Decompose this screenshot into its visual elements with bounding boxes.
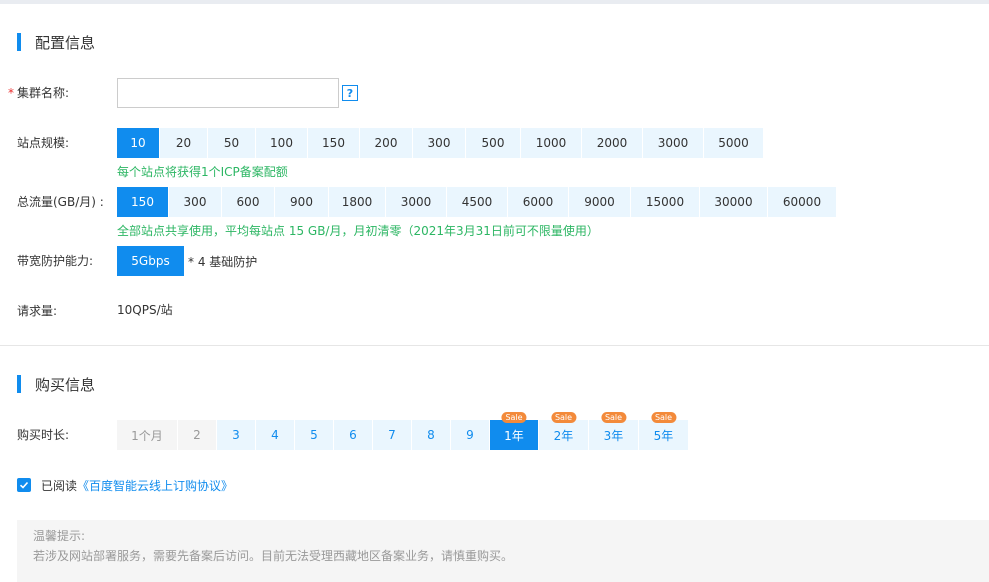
duration-option-label: 1年 <box>504 428 524 443</box>
traffic-option-3000[interactable]: 3000 <box>386 187 446 217</box>
notice-title: 温馨提示: <box>33 529 86 543</box>
config-section-title-text: 配置信息 <box>35 33 96 52</box>
duration-option-6[interactable]: 6 <box>334 420 372 450</box>
site-scale-option-150[interactable]: 150 <box>308 128 359 158</box>
requests-value: 10QPS/站 <box>117 303 173 317</box>
section-divider <box>0 345 989 346</box>
agreement-text: 已阅读《百度智能云线上订购协议》 <box>41 477 233 494</box>
sale-badge: Sale <box>501 412 527 423</box>
duration-option-label: 7 <box>388 428 396 442</box>
duration-option-label: 2 <box>193 428 201 442</box>
purchase-section-title: 购买信息 <box>17 374 95 394</box>
check-icon <box>19 481 29 489</box>
duration-option-label: 5 <box>310 428 318 442</box>
section-accent-bar <box>17 375 21 393</box>
agreement-prefix: 已阅读 <box>41 479 78 493</box>
site-scale-option-50[interactable]: 50 <box>208 128 255 158</box>
duration-option-3年[interactable]: 3年 Sale <box>589 412 638 450</box>
duration-option-label: 9 <box>466 428 474 442</box>
duration-option-7[interactable]: 7 <box>373 420 411 450</box>
notice-body: 若涉及网站部署服务，需要先备案后访问。目前无法受理西藏地区备案业务，请慎重购买。 <box>33 549 514 563</box>
purchase-section-title-text: 购买信息 <box>35 375 96 394</box>
bandwidth-label: 带宽防护能力: <box>17 254 94 268</box>
cluster-name-input[interactable] <box>117 78 339 108</box>
duration-option-label: 3年 <box>603 428 624 443</box>
traffic-tip: 全部站点共享使用，平均每站点 15 GB/月，月初清零（2021年3月31日前可… <box>117 224 599 238</box>
duration-option-label: 5年 <box>653 428 674 443</box>
traffic-option-600[interactable]: 600 <box>222 187 274 217</box>
duration-option-3[interactable]: 3 <box>217 420 255 450</box>
site-scale-option-20[interactable]: 20 <box>160 128 207 158</box>
duration-option-1个月: 1个月 <box>117 420 177 450</box>
help-icon[interactable]: ? <box>342 85 358 101</box>
traffic-option-6000[interactable]: 6000 <box>508 187 568 217</box>
agreement-link[interactable]: 《百度智能云线上订购协议》 <box>77 479 233 493</box>
duration-option-4[interactable]: 4 <box>256 420 294 450</box>
site-scale-option-100[interactable]: 100 <box>256 128 307 158</box>
duration-option-5年[interactable]: 5年 Sale <box>639 412 688 450</box>
site-scale-option-2000[interactable]: 2000 <box>582 128 642 158</box>
agreement-checkbox[interactable] <box>17 478 31 492</box>
bandwidth-option[interactable]: 5Gbps <box>117 246 184 276</box>
traffic-option-15000[interactable]: 15000 <box>631 187 699 217</box>
section-accent-bar <box>17 33 21 51</box>
site-scale-option-200[interactable]: 200 <box>360 128 412 158</box>
site-scale-option-500[interactable]: 500 <box>466 128 520 158</box>
sale-badge: Sale <box>550 412 577 423</box>
duration-option-8[interactable]: 8 <box>412 420 450 450</box>
sale-badge: Sale <box>600 412 627 423</box>
duration-option-label: 8 <box>427 428 435 442</box>
required-mark: * <box>8 86 14 100</box>
top-bar <box>0 0 989 4</box>
duration-option-label: 1个月 <box>131 428 163 443</box>
traffic-option-4500[interactable]: 4500 <box>447 187 507 217</box>
notice-box: 温馨提示: 若涉及网站部署服务，需要先备案后访问。目前无法受理西藏地区备案业务，… <box>17 520 989 582</box>
cluster-name-label-text: 集群名称: <box>17 86 70 100</box>
duration-option-2年[interactable]: 2年 Sale <box>539 412 588 450</box>
traffic-option-900[interactable]: 900 <box>275 187 328 217</box>
bandwidth-options: 5Gbps <box>117 246 185 276</box>
site-scale-option-5000[interactable]: 5000 <box>704 128 763 158</box>
requests-label: 请求量: <box>17 304 58 318</box>
traffic-option-1800[interactable]: 1800 <box>329 187 385 217</box>
duration-options: 1个月 2 3 4 5 6 7 8 9 1年 Sale 2年 Sale 3年 Sale 5年 Sale <box>117 412 689 450</box>
config-section-title: 配置信息 <box>17 32 95 52</box>
bandwidth-note: * 4 基础防护 <box>188 255 258 269</box>
site-scale-tip: 每个站点将获得1个ICP备案配额 <box>117 165 288 179</box>
duration-option-2: 2 <box>178 420 216 450</box>
cluster-name-label: * 集群名称: <box>8 85 70 101</box>
duration-option-label: 6 <box>349 428 357 442</box>
site-scale-label: 站点规模: <box>17 136 70 150</box>
duration-option-5[interactable]: 5 <box>295 420 333 450</box>
traffic-options: 150 300 600 900 1800 3000 4500 6000 9000 15000 300… <box>117 187 837 217</box>
duration-option-9[interactable]: 9 <box>451 420 489 450</box>
duration-label: 购买时长: <box>17 428 70 442</box>
traffic-option-60000[interactable]: 60000 <box>768 187 836 217</box>
duration-option-label: 4 <box>271 428 279 442</box>
sale-badge: Sale <box>650 412 677 423</box>
traffic-option-300[interactable]: 300 <box>169 187 221 217</box>
traffic-option-9000[interactable]: 9000 <box>569 187 630 217</box>
site-scale-options: 10 20 50 100 150 200 300 500 1000 2000 3000 5000 <box>117 128 764 158</box>
site-scale-option-1000[interactable]: 1000 <box>521 128 581 158</box>
site-scale-option-10[interactable]: 10 <box>117 128 159 158</box>
traffic-option-30000[interactable]: 30000 <box>700 187 767 217</box>
duration-option-1年[interactable]: 1年 Sale <box>490 412 538 450</box>
duration-option-label: 3 <box>232 428 240 442</box>
traffic-label: 总流量(GB/月) : <box>17 195 104 209</box>
traffic-option-150[interactable]: 150 <box>117 187 168 217</box>
site-scale-option-300[interactable]: 300 <box>413 128 465 158</box>
site-scale-option-3000[interactable]: 3000 <box>643 128 703 158</box>
duration-option-label: 2年 <box>553 428 574 443</box>
